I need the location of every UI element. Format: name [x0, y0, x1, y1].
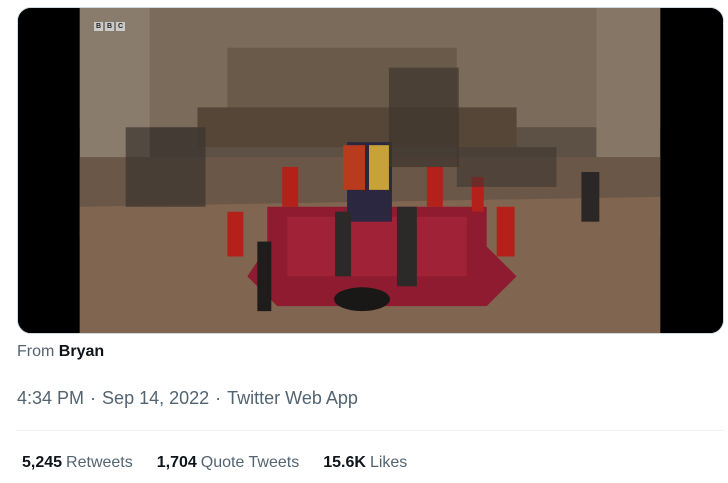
quote-tweets-count: 1,704: [156, 454, 197, 471]
tweet-date-link[interactable]: Sep 14, 2022: [102, 388, 209, 409]
likes-label: Likes: [369, 454, 408, 471]
tweet-metadata: 4:34 PM · Sep 14, 2022 · Twitter Web App: [17, 388, 358, 409]
meta-separator: ·: [90, 388, 97, 408]
tweet-time-link[interactable]: 4:34 PM: [17, 388, 84, 409]
watermark-letter: C: [116, 22, 125, 31]
engagement-stats: 5,245 Retweets 1,704 Quote Tweets 15.6K …: [22, 454, 407, 472]
likes-count: 15.6K: [323, 454, 366, 471]
quote-tweets-stat-link[interactable]: 1,704 Quote Tweets: [157, 454, 299, 472]
watermark-letter: B: [105, 22, 114, 31]
likes-stat-link[interactable]: 15.6K Likes: [323, 454, 407, 472]
quote-tweets-label: Quote Tweets: [200, 454, 300, 471]
watermark-letter: B: [94, 22, 103, 31]
retweets-count: 5,245: [22, 454, 63, 471]
video-frame: [18, 8, 723, 333]
retweets-label: Retweets: [66, 454, 133, 471]
tweet-video-media[interactable]: B B C: [17, 7, 724, 334]
bbc-watermark: B B C: [94, 22, 125, 31]
meta-separator: ·: [215, 388, 222, 408]
tweet-client-link[interactable]: Twitter Web App: [227, 388, 358, 409]
from-user-link[interactable]: Bryan: [59, 343, 104, 360]
retweets-stat-link[interactable]: 5,245 Retweets: [22, 454, 133, 472]
from-attribution: From Bryan: [17, 343, 104, 361]
from-prefix: From: [17, 343, 55, 360]
divider: [17, 430, 724, 431]
